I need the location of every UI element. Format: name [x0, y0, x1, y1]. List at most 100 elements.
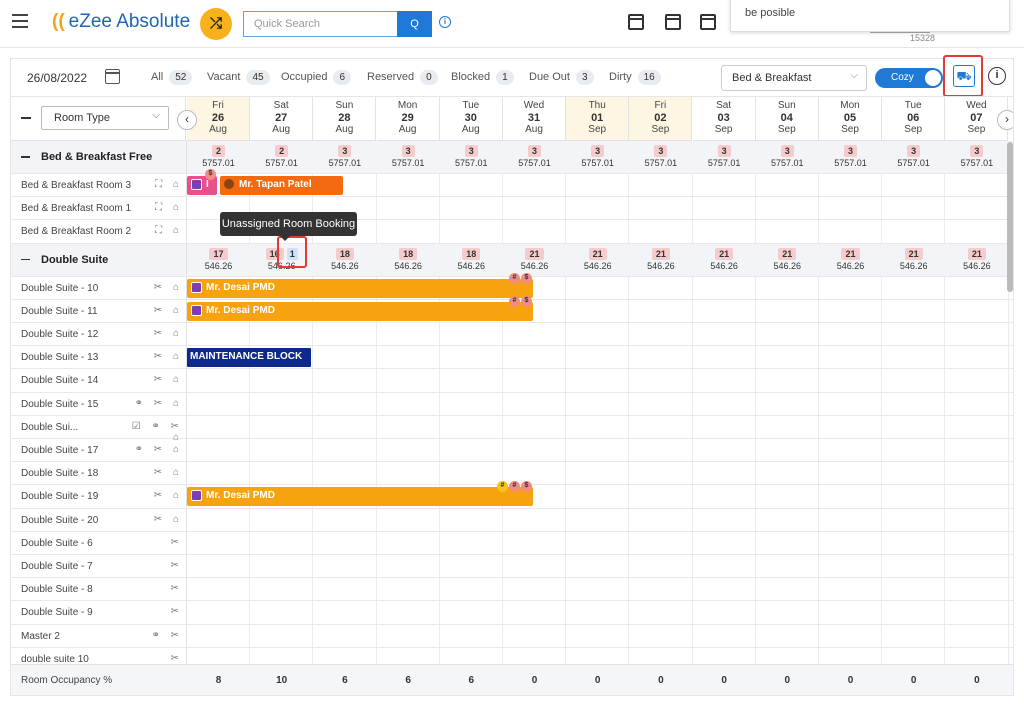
availability-cell[interactable]: 3 5757.01 — [756, 145, 819, 168]
room-row[interactable]: Double Suite - 13 ✂ ⌂ — [11, 346, 1013, 370]
booking-bar[interactable]: Mr. Desai PMD — [187, 278, 533, 298]
prev-dates-button[interactable]: ‹ — [177, 110, 197, 130]
room-status-icons[interactable]: ✂ ⌂ — [115, 305, 183, 316]
availability-cell[interactable]: 21 546.26 — [629, 247, 692, 271]
next-dates-button[interactable]: › — [997, 110, 1013, 130]
availability-cell[interactable]: 3 5757.01 — [313, 145, 376, 168]
room-row[interactable]: Double Suite - 17 ⚭ ✂ ⌂ — [11, 439, 1013, 463]
room-status-icons[interactable]: ⛶ ⌂ — [115, 225, 183, 236]
current-date[interactable]: 26/08/2022 — [27, 71, 87, 85]
room-status-icons[interactable]: ⚭ ✂ ⌂ — [115, 444, 183, 455]
room-row[interactable]: Double Suite - 20 ✂ ⌂ — [11, 508, 1013, 532]
room-row[interactable]: Double Suite - 9 ✂ — [11, 601, 1013, 625]
collapse-icon[interactable] — [21, 258, 30, 261]
unassigned-bookings-button[interactable]: ⛟ — [943, 55, 983, 97]
availability-cell[interactable]: 3 5757.01 — [440, 145, 503, 168]
app-logo[interactable]: ((eZee Absolute — [52, 11, 190, 33]
availability-cell[interactable]: 2 5757.01 — [187, 145, 250, 168]
filter-vacant[interactable]: Vacant 45 — [207, 70, 270, 85]
info-icon[interactable]: i — [988, 67, 1006, 85]
availability-cell[interactable]: 21 546.26 — [756, 247, 819, 271]
room-status-icons[interactable]: ✂ ⌂ — [115, 282, 183, 293]
booking-bar[interactable]: Mr. Desai PMD — [187, 487, 533, 507]
availability-cell[interactable]: 17 546.26 — [187, 247, 250, 271]
availability-cell[interactable]: 21 546.26 — [566, 247, 629, 271]
availability-cell[interactable]: 21 546.26 — [819, 247, 882, 271]
availability-cell[interactable]: 3 5757.01 — [377, 145, 440, 168]
scrollbar[interactable] — [1007, 142, 1013, 292]
room-status-icons[interactable]: ✂ ⌂ — [115, 467, 183, 478]
maintenance-block[interactable]: MAINTENANCE BLOCK — [187, 348, 311, 368]
room-status-icons[interactable]: ✂ — [115, 583, 183, 594]
availability-cell[interactable]: 2 5757.01 — [250, 145, 313, 168]
booking-icon — [191, 304, 202, 316]
info-icon[interactable]: i — [439, 16, 451, 28]
availability-cell[interactable]: 21 546.26 — [693, 247, 756, 271]
room-status-icons[interactable]: ✂ — [115, 653, 183, 664]
room-row[interactable]: Double Suite - 15 ⚭ ✂ ⌂ — [11, 392, 1013, 416]
room-status-icons[interactable]: ✂ ⌂ — [115, 351, 183, 362]
room-status-icons[interactable]: ⛶ ⌂ — [115, 202, 183, 213]
quick-search-input[interactable]: Quick Search — [243, 11, 397, 37]
filter-reserved[interactable]: Reserved 0 — [367, 70, 438, 85]
availability-cell[interactable]: 3 5757.01 — [693, 145, 756, 168]
room-row[interactable]: Bed & Breakfast Room 3 ⛶ ⌂ — [11, 174, 1013, 198]
availability-cell[interactable]: 18 546.26 — [440, 247, 503, 271]
room-status-icons[interactable]: ⛶ ⌂ — [115, 179, 183, 190]
collapse-all-icon[interactable] — [21, 117, 31, 119]
room-name: Double Suite - 18 — [21, 468, 99, 480]
calendar-add-icon[interactable] — [628, 14, 644, 30]
availability-cell[interactable]: 21 546.26 — [945, 247, 1008, 271]
room-status-icons[interactable]: ⚭ ✂ — [115, 630, 183, 641]
room-status-icons[interactable]: ✂ — [115, 606, 183, 617]
date-column-header: Wed 31 Aug — [503, 97, 566, 141]
availability-cell[interactable]: 3 5757.01 — [503, 145, 566, 168]
calendar-check-icon[interactable] — [665, 14, 681, 30]
date-column-header: Mon 29 Aug — [376, 97, 440, 141]
availability-cell[interactable]: 18 546.26 — [377, 247, 440, 271]
availability-cell[interactable]: 3 5757.01 — [819, 145, 882, 168]
filter-blocked[interactable]: Blocked 1 — [451, 70, 514, 85]
grid-left-header: Room Type ⌵ — [11, 97, 186, 141]
availability-cell[interactable]: 3 5757.01 — [882, 145, 945, 168]
availability-cell[interactable]: 21 546.26 — [882, 247, 945, 271]
room-status-icons[interactable]: ✂ ⌂ — [115, 374, 183, 385]
room-row[interactable]: Master 2 ⚭ ✂ — [11, 624, 1013, 648]
availability-cell[interactable]: 3 5757.01 — [566, 145, 629, 168]
date-picker-icon[interactable] — [105, 69, 120, 84]
room-row[interactable]: Double Suite - 6 ✂ — [11, 531, 1013, 555]
cozy-toggle[interactable]: Cozy — [875, 68, 943, 88]
room-status-icons[interactable]: ⚭ ✂ ⌂ — [115, 398, 183, 409]
status-badge-icon: # — [509, 295, 520, 307]
room-row[interactable]: Double Sui... ☑ ⚭ ✂ ⌂ — [11, 415, 1013, 443]
shuffle-icon[interactable]: ⤮ — [200, 8, 232, 40]
room-status-icons[interactable]: ✂ — [115, 560, 183, 571]
availability-cell[interactable]: 21 546.26 — [503, 247, 566, 271]
rate-plan-select[interactable]: Bed & Breakfast ⌵ — [721, 65, 867, 91]
booking-bar[interactable]: Mr. Tapan Patel — [220, 176, 343, 195]
booking-icon — [191, 490, 202, 502]
room-status-icons[interactable]: ✂ ⌂ — [115, 514, 183, 525]
menu-icon[interactable] — [12, 14, 28, 28]
filter-all[interactable]: All 52 — [151, 70, 193, 85]
room-row[interactable]: Bed & Breakfast Room 1 ⛶ ⌂ — [11, 197, 1013, 221]
availability-cell[interactable]: 18 546.26 — [313, 247, 376, 271]
booking-bar[interactable]: Mr. Desai PMD — [187, 301, 533, 321]
search-button[interactable]: Q — [397, 11, 432, 37]
room-row[interactable]: Double Suite - 14 ✂ ⌂ — [11, 369, 1013, 393]
room-row[interactable]: Bed & Breakfast Room 2 ⛶ ⌂ — [11, 220, 1013, 244]
room-status-icons[interactable]: ✂ ⌂ — [115, 328, 183, 339]
room-type-select[interactable]: Room Type ⌵ — [41, 106, 169, 130]
calendar-icon[interactable] — [700, 14, 716, 30]
room-row[interactable]: Double Suite - 8 ✂ — [11, 578, 1013, 602]
filter-due-out[interactable]: Due Out 3 — [529, 70, 594, 85]
filter-occupied[interactable]: Occupied 6 — [281, 70, 352, 85]
availability-cell[interactable]: 3 5757.01 — [629, 145, 692, 168]
room-status-icons[interactable]: ✂ — [115, 537, 183, 548]
availability-cell[interactable]: 3 5757.01 — [945, 145, 1008, 168]
room-status-icons[interactable]: ✂ ⌂ — [115, 490, 183, 501]
room-row[interactable]: Double Suite - 7 ✂ — [11, 555, 1013, 579]
collapse-icon[interactable] — [21, 156, 30, 158]
filter-dirty[interactable]: Dirty 16 — [609, 70, 661, 85]
room-row[interactable]: Double Suite - 12 ✂ ⌂ — [11, 323, 1013, 347]
